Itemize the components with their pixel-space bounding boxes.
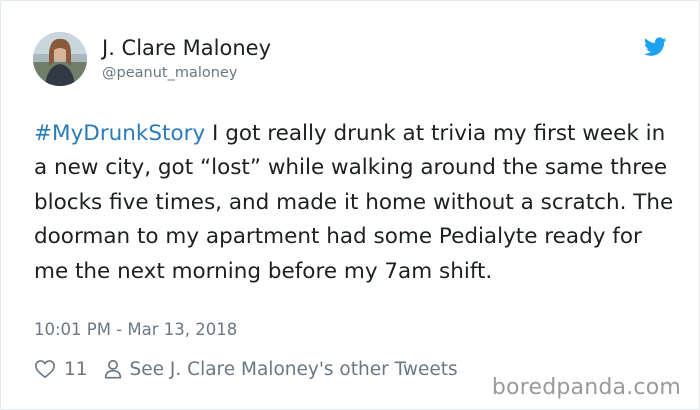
hashtag-link[interactable]: #MyDrunkStory bbox=[34, 121, 205, 146]
display-name[interactable]: J. Clare Maloney bbox=[102, 35, 271, 61]
other-tweets-link[interactable]: See J. Clare Maloney's other Tweets bbox=[130, 359, 458, 380]
user-handle[interactable]: @peanut_maloney bbox=[102, 64, 237, 82]
avatar-photo bbox=[33, 32, 87, 86]
watermark: boredpanda.com bbox=[491, 375, 681, 400]
tweet-actions: 11 See J. Clare Maloney's other Tweets bbox=[34, 356, 458, 382]
twitter-bird-icon[interactable] bbox=[643, 37, 667, 57]
person-icon[interactable] bbox=[102, 358, 124, 380]
like-count[interactable]: 11 bbox=[64, 359, 88, 380]
heart-icon[interactable] bbox=[34, 358, 56, 380]
tweet-text: #MyDrunkStory I got really drunk at triv… bbox=[34, 117, 674, 289]
tweet-card: J. Clare Maloney @peanut_maloney #MyDrun… bbox=[0, 0, 700, 410]
avatar[interactable] bbox=[33, 32, 87, 86]
tweet-timestamp[interactable]: 10:01 PM - Mar 13, 2018 bbox=[34, 319, 237, 341]
